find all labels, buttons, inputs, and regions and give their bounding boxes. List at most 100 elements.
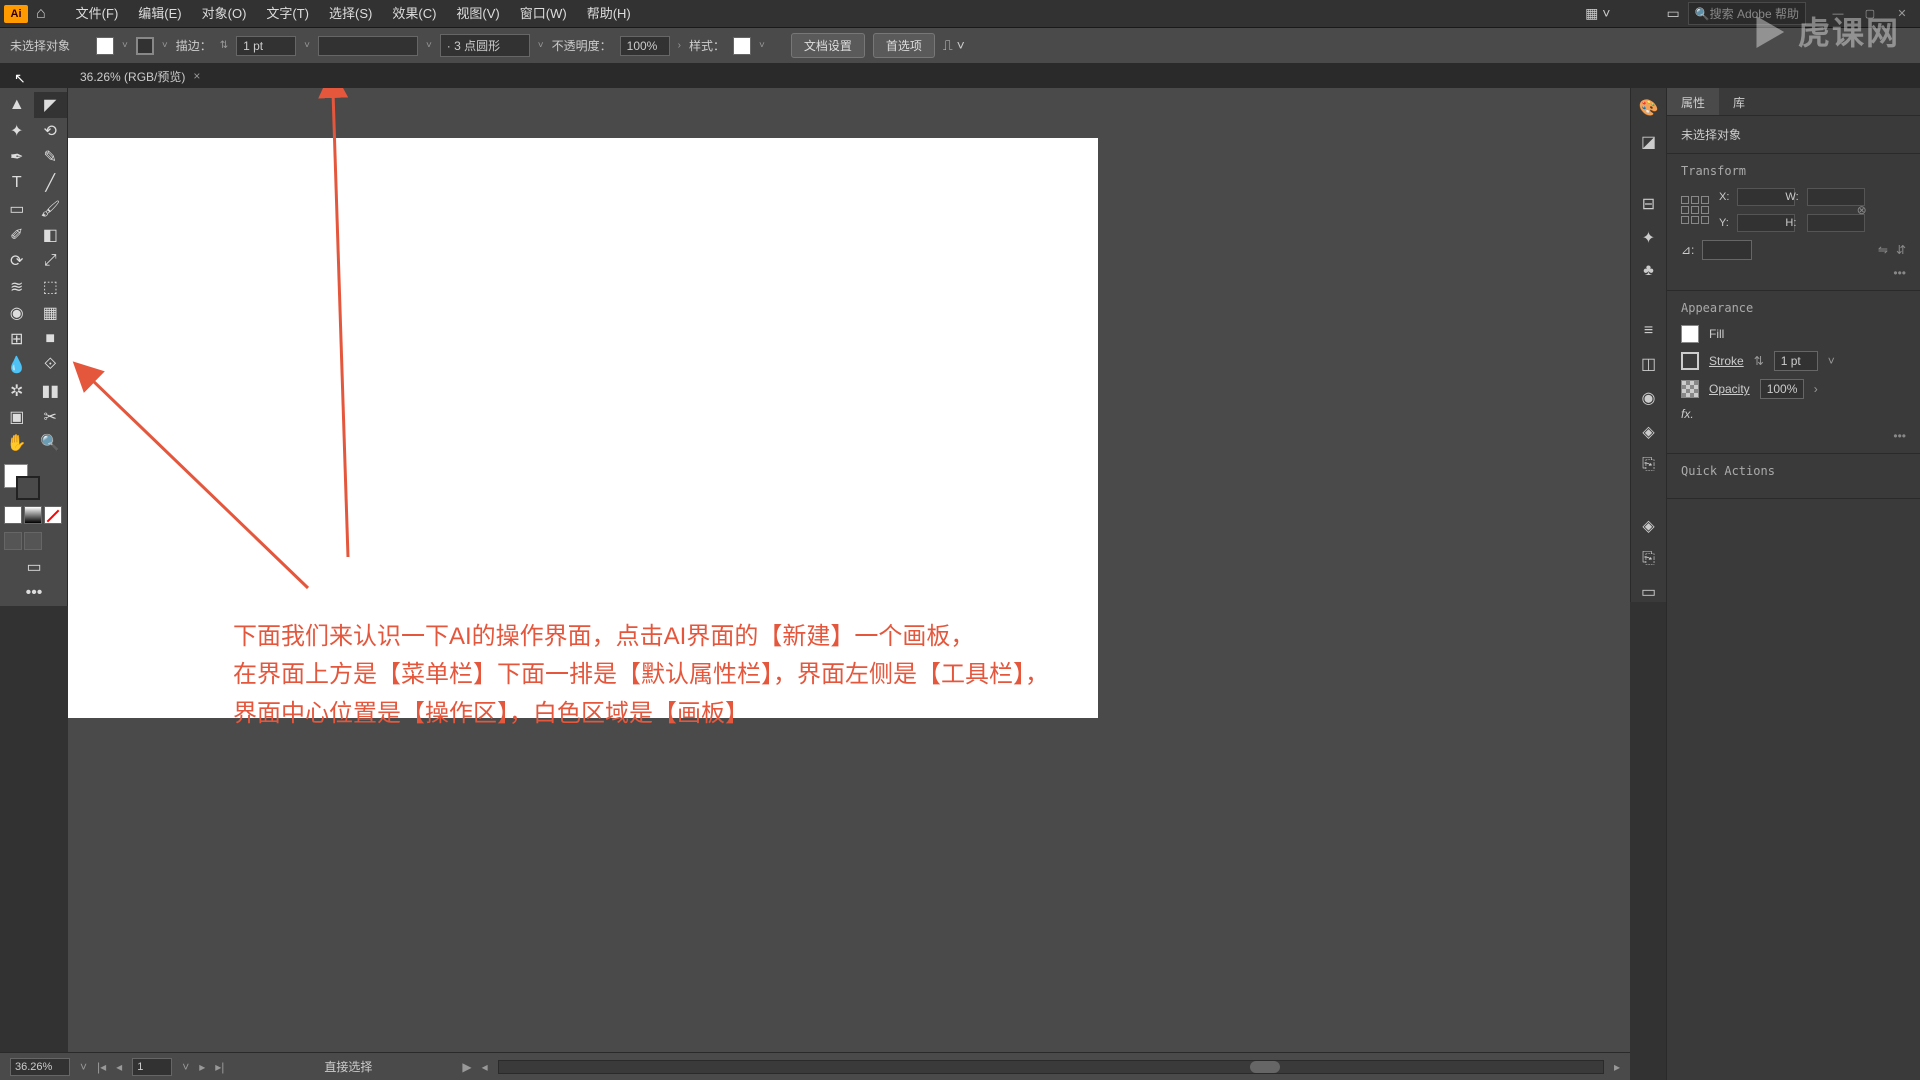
appearance-fill-swatch[interactable]: [1681, 325, 1699, 343]
magic-wand-tool[interactable]: ✦: [0, 118, 34, 144]
align-panel-icon[interactable]: ≡: [1644, 322, 1653, 340]
stroke-weight-dropdown[interactable]: ˅: [304, 40, 310, 51]
artboards-panel-icon[interactable]: ⎘: [1642, 550, 1655, 568]
eraser-tool[interactable]: ◧: [34, 222, 68, 248]
brush-dropdown1[interactable]: ˅: [426, 40, 432, 51]
links-panel-icon[interactable]: ▭: [1641, 582, 1656, 602]
link-wh-icon[interactable]: ⊗: [1857, 203, 1867, 217]
color-mode-gradient[interactable]: [24, 506, 42, 524]
appearance-stroke-input[interactable]: [1774, 351, 1818, 371]
brush-preset-select[interactable]: · 3 点圆形: [440, 34, 530, 57]
appearance-panel-icon[interactable]: ◉: [1642, 388, 1656, 408]
appearance-stroke-swatch[interactable]: [1681, 352, 1699, 370]
menu-window[interactable]: 窗口(W): [510, 0, 577, 28]
artboard-tool[interactable]: ▣: [0, 404, 34, 430]
shape-builder-tool[interactable]: ◉: [0, 300, 34, 326]
slice-tool[interactable]: ✂: [34, 404, 68, 430]
stroke-stepper[interactable]: ⇅: [220, 40, 228, 51]
arrange-docs-icon[interactable]: ▦ ˅: [1585, 5, 1610, 22]
document-tab[interactable]: 36.26% (RGB/预览) ×: [70, 68, 210, 85]
horizontal-scrollbar[interactable]: [498, 1060, 1604, 1074]
zoom-level-input[interactable]: [10, 1058, 70, 1076]
fill-dropdown[interactable]: ˅: [122, 40, 128, 51]
last-artboard-button[interactable]: ▸|: [215, 1060, 224, 1074]
align-to-icon[interactable]: ⎍ ˅: [943, 37, 965, 54]
rotate-tool[interactable]: ⟳: [0, 248, 34, 274]
appearance-opacity-swatch[interactable]: [1681, 380, 1699, 398]
stroke-panel-icon[interactable]: ⊟: [1642, 194, 1655, 214]
gradient-tool[interactable]: ■: [34, 326, 68, 352]
brush-preview[interactable]: [318, 36, 418, 56]
appearance-fx-label[interactable]: fx.: [1681, 407, 1694, 421]
menu-view[interactable]: 视图(V): [446, 0, 509, 28]
preferences-button[interactable]: 首选项: [873, 33, 935, 58]
color-mode-none[interactable]: [44, 506, 62, 524]
blend-tool[interactable]: ⟐: [34, 352, 68, 378]
color-mode-solid[interactable]: [4, 506, 22, 524]
brushes-panel-icon[interactable]: ✦: [1642, 228, 1655, 248]
opacity-dropdown[interactable]: ›: [678, 40, 681, 51]
scrollbar-left[interactable]: ◂: [482, 1060, 488, 1074]
tab-close-icon[interactable]: ×: [193, 69, 200, 83]
symbols-panel-icon[interactable]: ♣: [1643, 262, 1654, 280]
stroke-dropdown[interactable]: ˅: [162, 40, 168, 51]
fill-swatch[interactable]: [96, 37, 114, 55]
swatches-panel-icon[interactable]: ◪: [1641, 132, 1656, 152]
style-dropdown[interactable]: ˅: [759, 40, 765, 51]
rectangle-tool[interactable]: ▭: [0, 196, 34, 222]
stroke-swatch[interactable]: [136, 37, 154, 55]
appearance-more-icon[interactable]: •••: [1681, 429, 1906, 443]
selection-tool[interactable]: ▲: [0, 92, 34, 118]
graphic-style-swatch[interactable]: [733, 37, 751, 55]
symbol-sprayer-tool[interactable]: ✲: [0, 378, 34, 404]
menu-type[interactable]: 文字(T): [256, 0, 319, 28]
next-artboard-button[interactable]: ▸: [199, 1060, 205, 1074]
transform-more-icon[interactable]: •••: [1681, 266, 1906, 280]
perspective-grid-tool[interactable]: ▦: [34, 300, 68, 326]
menu-effect[interactable]: 效果(C): [382, 0, 446, 28]
hand-tool[interactable]: ✋: [0, 430, 34, 456]
line-tool[interactable]: ╱: [34, 170, 68, 196]
flip-h-icon[interactable]: ⇋: [1878, 243, 1888, 257]
width-tool[interactable]: ≋: [0, 274, 34, 300]
zoom-dropdown[interactable]: ˅: [80, 1060, 87, 1074]
graphic-styles-panel-icon[interactable]: ◈: [1642, 422, 1654, 442]
layers-panel-icon[interactable]: ◈: [1642, 516, 1654, 536]
column-graph-tool[interactable]: ▮▮: [34, 378, 68, 404]
status-play-icon[interactable]: ▶: [462, 1060, 471, 1074]
flip-v-icon[interactable]: ⇵: [1896, 243, 1906, 257]
artboard-nav-dropdown[interactable]: ˅: [182, 1060, 189, 1074]
transform-angle-input[interactable]: [1702, 240, 1752, 260]
first-artboard-button[interactable]: |◂: [97, 1060, 106, 1074]
mesh-tool[interactable]: ⊞: [0, 326, 34, 352]
opacity-input[interactable]: [620, 36, 670, 56]
frame-icon[interactable]: ▭: [1666, 5, 1679, 22]
free-transform-tool[interactable]: ⬚: [34, 274, 68, 300]
menu-select[interactable]: 选择(S): [319, 0, 382, 28]
scrollbar-right[interactable]: ▸: [1614, 1060, 1620, 1074]
pen-tool[interactable]: ✒: [0, 144, 34, 170]
draw-behind[interactable]: [24, 532, 42, 550]
fill-stroke-widget[interactable]: [0, 462, 34, 502]
properties-tab[interactable]: 属性: [1667, 88, 1719, 115]
artboard-nav-input[interactable]: [132, 1058, 172, 1076]
libraries-tab[interactable]: 库: [1719, 88, 1759, 115]
menu-file[interactable]: 文件(F): [66, 0, 129, 28]
type-tool[interactable]: T: [0, 170, 34, 196]
color-panel-icon[interactable]: 🎨: [1639, 98, 1659, 118]
menu-object[interactable]: 对象(O): [192, 0, 257, 28]
curvature-tool[interactable]: ✎: [34, 144, 68, 170]
direct-selection-tool[interactable]: ◤: [34, 92, 68, 118]
prev-artboard-button[interactable]: ◂: [116, 1060, 122, 1074]
zoom-tool[interactable]: 🔍: [34, 430, 68, 456]
stroke-weight-input[interactable]: [236, 36, 296, 56]
asset-export-panel-icon[interactable]: ⎘: [1642, 456, 1655, 474]
screen-mode[interactable]: ▭: [0, 554, 68, 580]
draw-normal[interactable]: [4, 532, 22, 550]
shaper-tool[interactable]: ✐: [0, 222, 34, 248]
brush-dropdown2[interactable]: ˅: [538, 40, 544, 51]
document-setup-button[interactable]: 文档设置: [791, 33, 865, 58]
eyedropper-tool[interactable]: 💧: [0, 352, 34, 378]
home-icon[interactable]: ⌂: [36, 5, 46, 23]
appearance-opacity-input[interactable]: [1760, 379, 1804, 399]
